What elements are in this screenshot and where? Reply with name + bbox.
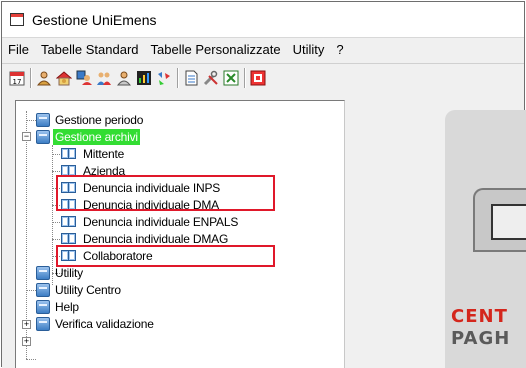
chart-icon[interactable] bbox=[136, 70, 152, 86]
navigation-tree[interactable]: − + + Gestione periodo Gestione archivi … bbox=[15, 100, 345, 368]
excel-icon[interactable] bbox=[223, 70, 239, 86]
logo-text-line2: PAGH bbox=[451, 328, 511, 349]
grid-user-icon[interactable] bbox=[76, 70, 92, 86]
tree-item-label: Help bbox=[55, 300, 79, 314]
user-alt-icon[interactable] bbox=[116, 70, 132, 86]
user-icon[interactable] bbox=[36, 70, 52, 86]
window-title: Gestione UniEmens bbox=[32, 11, 157, 28]
tree-item-label: Gestione archivi bbox=[53, 129, 140, 145]
tree-item-label: Verifica validazione bbox=[55, 317, 154, 331]
title-bar[interactable]: Gestione UniEmens bbox=[2, 2, 524, 38]
collapse-icon[interactable]: − bbox=[22, 132, 31, 141]
app-window-icon bbox=[10, 13, 24, 26]
toolbar: 17 bbox=[2, 63, 524, 93]
svg-text:17: 17 bbox=[13, 78, 22, 86]
book-icon bbox=[60, 232, 78, 246]
people-icon[interactable] bbox=[96, 70, 112, 86]
menu-help[interactable]: ? bbox=[330, 38, 349, 62]
tree-connector bbox=[26, 120, 36, 121]
tree-item-label: Gestione periodo bbox=[55, 113, 144, 127]
menu-tabelle-standard[interactable]: Tabelle Standard bbox=[35, 38, 145, 62]
tree-item-label: Mittente bbox=[83, 147, 125, 161]
toolbar-separator bbox=[177, 68, 179, 88]
folder-icon bbox=[36, 266, 50, 280]
annotation-highlight-collaboratore bbox=[56, 245, 275, 267]
folder-icon bbox=[36, 130, 50, 144]
menu-file[interactable]: File bbox=[2, 38, 35, 62]
annotation-highlight-denuncia bbox=[56, 175, 275, 211]
splash-panel: CENT PAGH bbox=[350, 92, 526, 368]
tools-icon[interactable] bbox=[203, 70, 219, 86]
tree-item-help[interactable]: Help bbox=[36, 299, 81, 315]
tree-connector bbox=[26, 290, 36, 291]
logo-square bbox=[473, 188, 526, 252]
folder-icon bbox=[36, 300, 50, 314]
toolbar-separator bbox=[244, 68, 246, 88]
tree-item-mittente[interactable]: Mittente bbox=[60, 146, 126, 162]
main-content: − + + Gestione periodo Gestione archivi … bbox=[2, 92, 526, 368]
folder-icon bbox=[36, 317, 50, 331]
menu-bar: File Tabelle Standard Tabelle Personaliz… bbox=[2, 38, 524, 62]
logo-graphic: CENT PAGH bbox=[445, 110, 526, 368]
tree-item-label: Utility Centro bbox=[55, 283, 121, 297]
expand-icon[interactable]: + bbox=[22, 320, 31, 329]
menu-utility[interactable]: Utility bbox=[287, 38, 331, 62]
tree-connector bbox=[26, 359, 36, 360]
tree-item-utility-centro[interactable]: Utility Centro bbox=[36, 282, 123, 298]
tree-item-label: Utility bbox=[55, 266, 83, 280]
app-window: Gestione UniEmens File Tabelle Standard … bbox=[1, 1, 526, 368]
calendar-icon[interactable]: 17 bbox=[9, 70, 25, 86]
menu-tabelle-personalizzate[interactable]: Tabelle Personalizzate bbox=[145, 38, 287, 62]
pattern-icon[interactable] bbox=[156, 70, 172, 86]
tree-item-utility[interactable]: Utility bbox=[36, 265, 85, 281]
book-icon bbox=[60, 215, 78, 229]
toolbar-separator bbox=[30, 68, 32, 88]
tree-item-denuncia-enpals[interactable]: Denuncia individuale ENPALS bbox=[60, 214, 240, 230]
expand-icon[interactable]: + bbox=[22, 337, 31, 346]
tree-item-label: Denuncia individuale ENPALS bbox=[83, 215, 239, 229]
house-user-icon[interactable] bbox=[55, 70, 73, 86]
folder-icon bbox=[36, 113, 50, 127]
book-icon bbox=[60, 147, 78, 161]
logo-inner bbox=[491, 204, 526, 240]
folder-icon bbox=[36, 283, 50, 297]
tree-item-verifica-validazione[interactable]: Verifica validazione bbox=[36, 316, 156, 332]
tree-connector bbox=[52, 145, 53, 285]
stop-icon[interactable] bbox=[250, 70, 266, 86]
document-icon[interactable] bbox=[183, 70, 199, 86]
logo-text-line1: CENT bbox=[451, 306, 508, 327]
tree-item-gestione-periodo[interactable]: Gestione periodo bbox=[36, 112, 145, 128]
tree-item-gestione-archivi[interactable]: Gestione archivi bbox=[36, 129, 140, 145]
